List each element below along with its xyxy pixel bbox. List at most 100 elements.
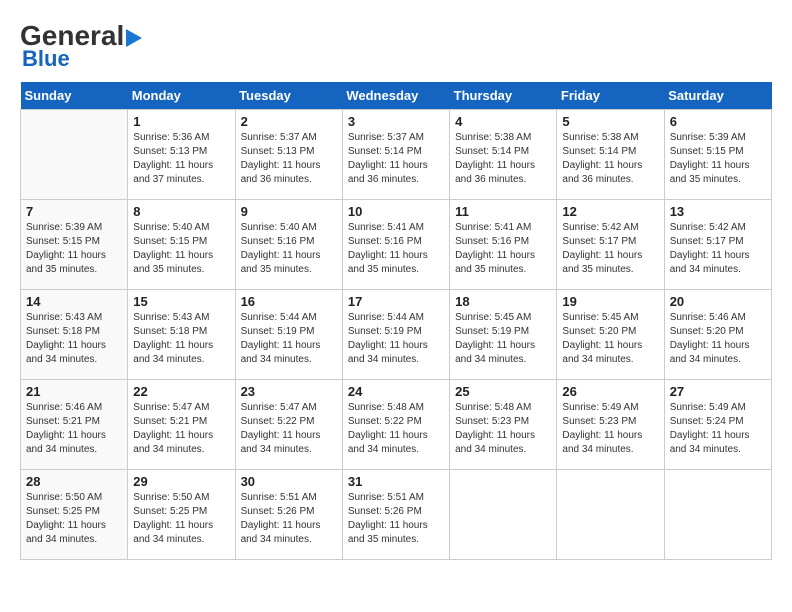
calendar-cell: 12 Sunrise: 5:42 AM Sunset: 5:17 PM Dayli… bbox=[557, 200, 664, 290]
calendar-cell: 10 Sunrise: 5:41 AM Sunset: 5:16 PM Dayli… bbox=[342, 200, 449, 290]
day-number: 31 bbox=[348, 474, 444, 489]
calendar-cell bbox=[450, 470, 557, 560]
day-number: 1 bbox=[133, 114, 229, 129]
day-info: Sunrise: 5:38 AM Sunset: 5:14 PM Dayligh… bbox=[562, 131, 658, 187]
day-info: Sunrise: 5:40 AM Sunset: 5:16 PM Dayligh… bbox=[241, 221, 337, 277]
weekday-header-cell: Saturday bbox=[664, 82, 771, 110]
calendar-cell bbox=[21, 110, 128, 200]
calendar-cell bbox=[664, 470, 771, 560]
weekday-header-cell: Friday bbox=[557, 82, 664, 110]
day-number: 14 bbox=[26, 294, 122, 309]
day-number: 27 bbox=[670, 384, 766, 399]
day-number: 11 bbox=[455, 204, 551, 219]
calendar-cell: 26 Sunrise: 5:49 AM Sunset: 5:23 PM Dayli… bbox=[557, 380, 664, 470]
day-info: Sunrise: 5:49 AM Sunset: 5:23 PM Dayligh… bbox=[562, 401, 658, 457]
day-number: 6 bbox=[670, 114, 766, 129]
day-info: Sunrise: 5:43 AM Sunset: 5:18 PM Dayligh… bbox=[133, 311, 229, 367]
calendar-cell: 3Sunrise: 5:37 AM Sunset: 5:14 PM Daylig… bbox=[342, 110, 449, 200]
day-info: Sunrise: 5:45 AM Sunset: 5:20 PM Dayligh… bbox=[562, 311, 658, 367]
calendar-cell: 18 Sunrise: 5:45 AM Sunset: 5:19 PM Dayli… bbox=[450, 290, 557, 380]
day-info: Sunrise: 5:40 AM Sunset: 5:15 PM Dayligh… bbox=[133, 221, 229, 277]
day-number: 20 bbox=[670, 294, 766, 309]
day-number: 25 bbox=[455, 384, 551, 399]
day-number: 8 bbox=[133, 204, 229, 219]
day-info: Sunrise: 5:37 AM Sunset: 5:13 PM Dayligh… bbox=[241, 131, 337, 187]
weekday-header-cell: Monday bbox=[128, 82, 235, 110]
day-number: 23 bbox=[241, 384, 337, 399]
calendar-table: SundayMondayTuesdayWednesdayThursdayFrid… bbox=[20, 82, 772, 560]
day-number: 4 bbox=[455, 114, 551, 129]
calendar-cell: 7Sunrise: 5:39 AM Sunset: 5:15 PM Daylig… bbox=[21, 200, 128, 290]
day-info: Sunrise: 5:38 AM Sunset: 5:14 PM Dayligh… bbox=[455, 131, 551, 187]
calendar-cell: 1 Sunrise: 5:36 AM Sunset: 5:13 PM Daylig… bbox=[128, 110, 235, 200]
day-info: Sunrise: 5:48 AM Sunset: 5:22 PM Dayligh… bbox=[348, 401, 444, 457]
calendar-cell: 27 Sunrise: 5:49 AM Sunset: 5:24 PM Dayli… bbox=[664, 380, 771, 470]
day-number: 29 bbox=[133, 474, 229, 489]
day-number: 12 bbox=[562, 204, 658, 219]
day-info: Sunrise: 5:45 AM Sunset: 5:19 PM Dayligh… bbox=[455, 311, 551, 367]
calendar-cell: 14Sunrise: 5:43 AM Sunset: 5:18 PM Dayli… bbox=[21, 290, 128, 380]
day-info: Sunrise: 5:36 AM Sunset: 5:13 PM Dayligh… bbox=[133, 131, 229, 187]
calendar-cell: 2 Sunrise: 5:37 AM Sunset: 5:13 PM Daylig… bbox=[235, 110, 342, 200]
calendar-cell: 23 Sunrise: 5:47 AM Sunset: 5:22 PM Dayli… bbox=[235, 380, 342, 470]
day-number: 28 bbox=[26, 474, 122, 489]
calendar-cell: 5 Sunrise: 5:38 AM Sunset: 5:14 PM Daylig… bbox=[557, 110, 664, 200]
calendar-cell: 13 Sunrise: 5:42 AM Sunset: 5:17 PM Dayli… bbox=[664, 200, 771, 290]
calendar-cell bbox=[557, 470, 664, 560]
day-info: Sunrise: 5:47 AM Sunset: 5:22 PM Dayligh… bbox=[241, 401, 337, 457]
day-info: Sunrise: 5:50 AM Sunset: 5:25 PM Dayligh… bbox=[133, 491, 229, 547]
day-number: 26 bbox=[562, 384, 658, 399]
day-info: Sunrise: 5:42 AM Sunset: 5:17 PM Dayligh… bbox=[670, 221, 766, 277]
logo: General Blue bbox=[20, 20, 142, 72]
day-info: Sunrise: 5:46 AM Sunset: 5:21 PM Dayligh… bbox=[26, 401, 122, 457]
day-info: Sunrise: 5:42 AM Sunset: 5:17 PM Dayligh… bbox=[562, 221, 658, 277]
calendar-body: 1 Sunrise: 5:36 AM Sunset: 5:13 PM Daylig… bbox=[21, 110, 772, 560]
day-number: 9 bbox=[241, 204, 337, 219]
day-number: 30 bbox=[241, 474, 337, 489]
day-info: Sunrise: 5:41 AM Sunset: 5:16 PM Dayligh… bbox=[455, 221, 551, 277]
day-info: Sunrise: 5:51 AM Sunset: 5:26 PM Dayligh… bbox=[348, 491, 444, 547]
calendar-week-row: 28 Sunrise: 5:50 AM Sunset: 5:25 PM Dayli… bbox=[21, 470, 772, 560]
calendar-cell: 21 Sunrise: 5:46 AM Sunset: 5:21 PM Dayli… bbox=[21, 380, 128, 470]
calendar-cell: 16 Sunrise: 5:44 AM Sunset: 5:19 PM Dayli… bbox=[235, 290, 342, 380]
day-number: 17 bbox=[348, 294, 444, 309]
day-info: Sunrise: 5:48 AM Sunset: 5:23 PM Dayligh… bbox=[455, 401, 551, 457]
calendar-cell: 20 Sunrise: 5:46 AM Sunset: 5:20 PM Dayli… bbox=[664, 290, 771, 380]
calendar-cell: 9 Sunrise: 5:40 AM Sunset: 5:16 PM Daylig… bbox=[235, 200, 342, 290]
calendar-week-row: 7Sunrise: 5:39 AM Sunset: 5:15 PM Daylig… bbox=[21, 200, 772, 290]
calendar-cell: 25 Sunrise: 5:48 AM Sunset: 5:23 PM Dayli… bbox=[450, 380, 557, 470]
day-info: Sunrise: 5:44 AM Sunset: 5:19 PM Dayligh… bbox=[241, 311, 337, 367]
day-number: 21 bbox=[26, 384, 122, 399]
day-info: Sunrise: 5:39 AM Sunset: 5:15 PM Dayligh… bbox=[670, 131, 766, 187]
calendar-week-row: 1 Sunrise: 5:36 AM Sunset: 5:13 PM Daylig… bbox=[21, 110, 772, 200]
day-info: Sunrise: 5:39 AM Sunset: 5:15 PM Dayligh… bbox=[26, 221, 122, 277]
day-number: 10 bbox=[348, 204, 444, 219]
day-number: 16 bbox=[241, 294, 337, 309]
calendar-week-row: 14 Sunrise: 5:43 AM Sunset: 5:18 PM Dayli… bbox=[21, 290, 772, 380]
calendar-cell: 24 Sunrise: 5:48 AM Sunset: 5:22 PM Dayli… bbox=[342, 380, 449, 470]
day-info: Sunrise: 5:49 AM Sunset: 5:24 PM Dayligh… bbox=[670, 401, 766, 457]
day-number: 5 bbox=[562, 114, 658, 129]
day-number: 18 bbox=[455, 294, 551, 309]
calendar-cell: 31 Sunrise: 5:51 AM Sunset: 5:26 PM Dayli… bbox=[342, 470, 449, 560]
day-info: Sunrise: 5:46 AM Sunset: 5:20 PM Dayligh… bbox=[670, 311, 766, 367]
calendar-cell: 8 Sunrise: 5:40 AM Sunset: 5:15 PM Daylig… bbox=[128, 200, 235, 290]
day-info: Sunrise: 5:44 AM Sunset: 5:19 PM Dayligh… bbox=[348, 311, 444, 367]
calendar-cell: 6 Sunrise: 5:39 AM Sunset: 5:15 PM Daylig… bbox=[664, 110, 771, 200]
day-number: 19 bbox=[562, 294, 658, 309]
day-info: Sunrise: 5:50 AM Sunset: 5:25 PM Dayligh… bbox=[26, 491, 122, 547]
header: General Blue bbox=[20, 20, 772, 72]
day-number: 24 bbox=[348, 384, 444, 399]
calendar-week-row: 21 Sunrise: 5:46 AM Sunset: 5:21 PM Dayli… bbox=[21, 380, 772, 470]
day-info: Sunrise: 5:37 AM Sunset: 5:14 PM Dayligh… bbox=[348, 131, 444, 187]
weekday-header-cell: Sunday bbox=[21, 82, 128, 110]
calendar-cell: 19 Sunrise: 5:45 AM Sunset: 5:20 PM Dayli… bbox=[557, 290, 664, 380]
day-number: 13 bbox=[670, 204, 766, 219]
calendar-cell: 17 Sunrise: 5:44 AM Sunset: 5:19 PM Dayli… bbox=[342, 290, 449, 380]
calendar-cell: 29 Sunrise: 5:50 AM Sunset: 5:25 PM Dayli… bbox=[128, 470, 235, 560]
weekday-header-cell: Thursday bbox=[450, 82, 557, 110]
weekday-header-row: SundayMondayTuesdayWednesdayThursdayFrid… bbox=[21, 82, 772, 110]
logo-blue-text: Blue bbox=[22, 46, 142, 72]
day-number: 2 bbox=[241, 114, 337, 129]
day-info: Sunrise: 5:41 AM Sunset: 5:16 PM Dayligh… bbox=[348, 221, 444, 277]
